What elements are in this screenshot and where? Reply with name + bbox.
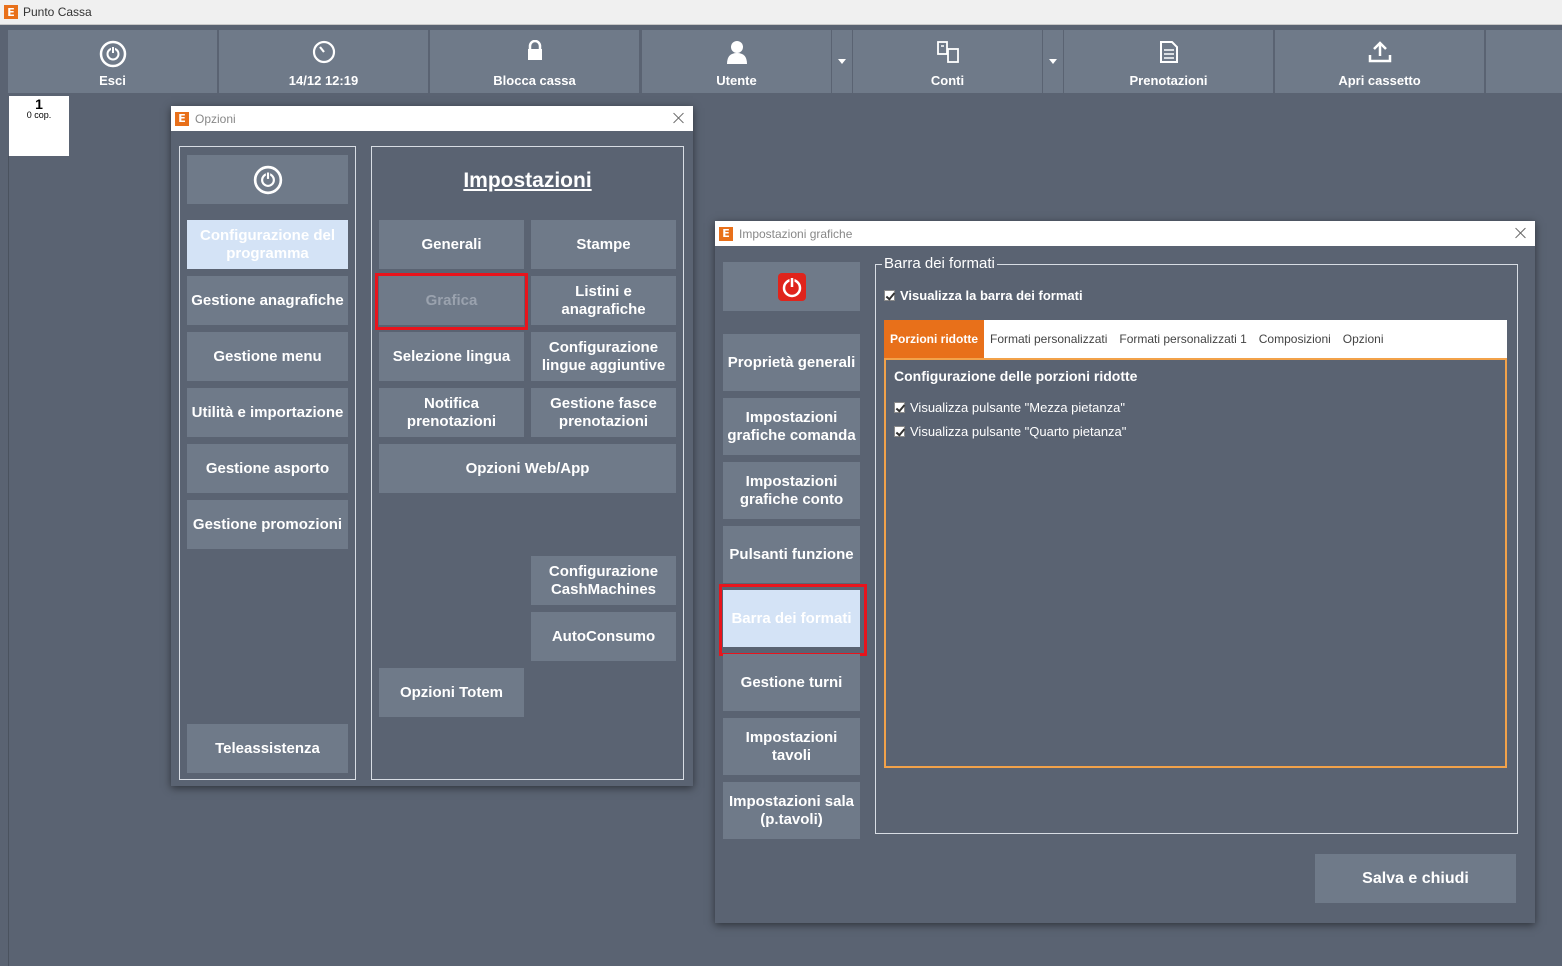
shifts-button[interactable]: Gestione turni [723, 654, 860, 711]
reduced-portions-title: Configurazione delle porzioni ridotte [894, 368, 1138, 384]
format-bar-highlight [719, 584, 867, 656]
remote-support-button[interactable]: Teleassistenza [187, 724, 348, 773]
open-drawer-label: Apri cassetto [1338, 73, 1421, 88]
graphics-highlight [375, 273, 528, 330]
accounts-icon [936, 41, 959, 63]
language-button[interactable]: Selezione lingua [379, 332, 524, 381]
tab-reduced-portions[interactable]: Porzioni ridotte [884, 320, 984, 358]
graphics-title: Impostazioni grafiche [739, 226, 853, 241]
app-logo-icon: E [4, 5, 18, 19]
save-close-button[interactable]: Salva e chiudi [1315, 854, 1516, 903]
lock-icon [527, 40, 542, 60]
checkbox-checked-icon [894, 402, 905, 413]
divider [8, 156, 9, 966]
table-covers: 0 cop. [26, 110, 52, 120]
general-button[interactable]: Generali [379, 220, 524, 269]
document-icon [1159, 41, 1178, 63]
open-drawer-button[interactable]: Apri cassetto [1275, 30, 1484, 93]
half-portion-label: Visualizza pulsante "Mezza pietanza" [910, 400, 1125, 415]
datetime-label: 14/12 12:19 [288, 73, 359, 88]
promotions-button[interactable]: Gestione promozioni [187, 500, 348, 549]
accounts-dropdown-arrow[interactable] [1043, 30, 1063, 93]
table-tile[interactable]: 1 0 cop. [9, 96, 69, 156]
toolbar-extra-button[interactable] [1486, 30, 1562, 93]
show-bar-label: Visualizza la barra dei formati [900, 288, 1083, 303]
checkbox-checked-icon [884, 290, 895, 301]
tables-button[interactable]: Impostazioni tavoli [723, 718, 860, 775]
format-bar-group: Barra dei formati Visualizza la barra de… [875, 255, 1518, 834]
window-logo-icon: E [175, 111, 189, 126]
web-app-button[interactable]: Opzioni Web/App [379, 444, 676, 493]
options-title: Opzioni [195, 111, 236, 126]
general-props-button[interactable]: Proprietà generali [723, 334, 860, 391]
prints-button[interactable]: Stampe [531, 220, 676, 269]
user-dropdown-arrow[interactable] [832, 30, 852, 93]
exit-label: Esci [99, 73, 126, 88]
menu-button[interactable]: Gestione menu [187, 332, 348, 381]
tab-custom-formats[interactable]: Formati personalizzati [984, 320, 1113, 358]
tab-options[interactable]: Opzioni [1337, 320, 1390, 358]
power-red-icon [777, 272, 806, 301]
program-config-button[interactable]: Configurazione del programma [187, 220, 348, 269]
format-bar-group-title: Barra dei formati [882, 255, 997, 272]
datetime-button[interactable]: 14/12 12:19 [219, 30, 428, 93]
tab-compositions[interactable]: Composizioni [1253, 320, 1337, 358]
accounts-button[interactable]: Conti [853, 30, 1042, 93]
exit-button[interactable]: Esci [8, 30, 217, 93]
format-tabs: Porzioni ridotte Formati personalizzati … [884, 320, 1507, 358]
power-icon [253, 165, 282, 194]
quarter-portion-checkbox[interactable]: Visualizza pulsante "Quarto pietanza" [894, 424, 1126, 439]
window-logo-icon: E [719, 226, 733, 241]
registry-button[interactable]: Gestione anagrafiche [187, 276, 348, 325]
extra-languages-button[interactable]: Configurazione lingue aggiuntive [531, 332, 676, 381]
bookings-label: Prenotazioni [1129, 73, 1208, 88]
booking-notify-button[interactable]: Notifica prenotazioni [379, 388, 524, 437]
power-button[interactable] [187, 155, 348, 204]
main-toolbar: Esci 14/12 12:19 Blocca cassa Utente Con… [8, 30, 1562, 93]
user-label: Utente [716, 73, 757, 88]
upload-icon [1368, 41, 1391, 63]
totem-button[interactable]: Opzioni Totem [379, 668, 524, 717]
self-consumption-button[interactable]: AutoConsumo [531, 612, 676, 661]
cashmachines-button[interactable]: Configurazione CashMachines [531, 556, 676, 605]
show-bar-checkbox[interactable]: Visualizza la barra dei formati [884, 288, 1083, 303]
exit-power-button[interactable] [723, 262, 860, 311]
checkbox-checked-icon [894, 426, 905, 437]
user-icon [726, 41, 747, 64]
tab-custom-formats-1[interactable]: Formati personalizzati 1 [1113, 320, 1252, 358]
bill-graphics-button[interactable]: Impostazioni grafiche conto [723, 462, 860, 519]
user-button[interactable]: Utente [642, 30, 831, 93]
reduced-portions-panel: Configurazione delle porzioni ridotte Vi… [884, 358, 1507, 768]
graphics-titlebar: E Impostazioni grafiche [715, 221, 1535, 246]
options-titlebar: E Opzioni [171, 106, 693, 131]
room-button[interactable]: Impostazioni sala (p.tavoli) [723, 782, 860, 839]
accounts-label: Conti [930, 73, 965, 88]
graphics-window: E Impostazioni grafiche Proprietà genera… [715, 221, 1535, 923]
lock-register-button[interactable]: Blocca cassa [430, 30, 639, 93]
settings-heading: Impostazioni [463, 169, 592, 192]
booking-slots-button[interactable]: Gestione fasce prenotazioni [531, 388, 676, 437]
clock-icon [312, 40, 335, 64]
order-graphics-button[interactable]: Impostazioni grafiche comanda [723, 398, 860, 455]
half-portion-checkbox[interactable]: Visualizza pulsante "Mezza pietanza" [894, 400, 1125, 415]
close-icon[interactable] [1513, 225, 1529, 241]
utilities-button[interactable]: Utilità e importazione [187, 388, 348, 437]
price-lists-button[interactable]: Listini e anagrafiche [531, 276, 676, 325]
quarter-portion-label: Visualizza pulsante "Quarto pietanza" [910, 424, 1127, 439]
app-titlebar: E Punto Cassa [0, 0, 1562, 25]
power-icon [99, 40, 126, 68]
close-icon[interactable] [671, 110, 687, 126]
app-title: Punto Cassa [23, 5, 92, 19]
lock-register-label: Blocca cassa [493, 73, 576, 88]
settings-panel: Impostazioni Generali Stampe Grafica Lis… [371, 146, 684, 780]
function-buttons-button[interactable]: Pulsanti funzione [723, 526, 860, 583]
takeaway-button[interactable]: Gestione asporto [187, 444, 348, 493]
options-left-panel: Configurazione del programma Gestione an… [179, 146, 356, 780]
bookings-button[interactable]: Prenotazioni [1064, 30, 1273, 93]
options-window: E Opzioni Configurazione del programma G… [171, 106, 693, 786]
